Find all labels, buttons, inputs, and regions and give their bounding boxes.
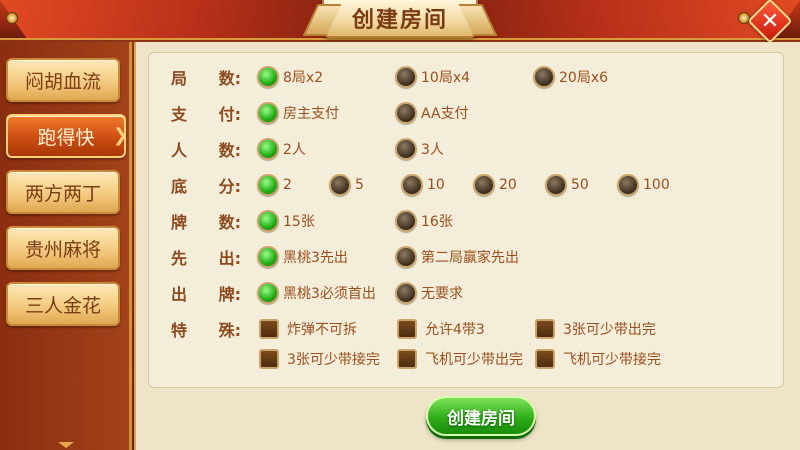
- game-type-sidebar: 闷胡血流 跑得快 两方两丁 贵州麻将 三人金花: [0, 42, 132, 450]
- ribbon-left: [0, 0, 330, 38]
- card-count-row: 牌数: 15张 16张: [149, 209, 783, 233]
- play-option-spade3-first[interactable]: 黑桃3必须首出: [257, 281, 376, 305]
- payment-option-owner[interactable]: 房主支付: [257, 101, 339, 125]
- base-option-5[interactable]: 5: [329, 173, 364, 197]
- cards-option-15[interactable]: 15张: [257, 209, 315, 233]
- rounds-option-10[interactable]: 10局x4: [395, 65, 470, 89]
- corner-ornament-left: [6, 12, 18, 24]
- radio-icon: [395, 102, 417, 124]
- players-option-3[interactable]: 3人: [395, 137, 444, 161]
- players-row: 人数: 2人 3人: [149, 137, 783, 161]
- radio-icon: [533, 66, 555, 88]
- payment-label: 支付:: [171, 105, 241, 124]
- radio-selected-icon: [257, 174, 279, 196]
- radio-selected-icon: [257, 102, 279, 124]
- checkbox-icon: [397, 319, 417, 339]
- checkbox-icon: [259, 349, 279, 369]
- page-title: 创建房间: [351, 8, 448, 33]
- checkbox-icon: [397, 349, 417, 369]
- radio-icon: [395, 246, 417, 268]
- radio-selected-icon: [257, 66, 279, 88]
- radio-icon: [473, 174, 495, 196]
- radio-icon: [395, 282, 417, 304]
- create-room-button[interactable]: 创建房间: [426, 396, 536, 436]
- radio-icon: [395, 66, 417, 88]
- first-option-winner[interactable]: 第二局赢家先出: [395, 245, 519, 269]
- sidebar-item-paodekuai[interactable]: 跑得快: [6, 114, 128, 158]
- players-label: 人数:: [171, 141, 241, 160]
- radio-icon: [329, 174, 351, 196]
- sidebar-item-liangfang-liangding[interactable]: 两方两丁: [6, 170, 120, 214]
- base-option-10[interactable]: 10: [401, 173, 445, 197]
- sidebar-item-label: 三人金花: [24, 294, 101, 317]
- base-score-label: 底分:: [171, 177, 241, 196]
- base-score-row: 底分: 2 5 10 20 50 100: [149, 173, 783, 197]
- radio-selected-icon: [257, 282, 279, 304]
- create-room-label: 创建房间: [447, 408, 515, 429]
- sidebar-item-label: 两方两丁: [24, 182, 101, 205]
- first-play-label: 先出:: [171, 249, 241, 268]
- radio-icon: [395, 210, 417, 232]
- radio-selected-icon: [257, 210, 279, 232]
- special-option-plane-out[interactable]: 飞机可少带出完: [397, 347, 523, 371]
- payment-option-aa[interactable]: AA支付: [395, 101, 469, 125]
- base-option-2[interactable]: 2: [257, 173, 292, 197]
- special-option-3-catch[interactable]: 3张可少带接完: [259, 347, 380, 371]
- radio-icon: [617, 174, 639, 196]
- sidebar-item-label: 闷胡血流: [24, 70, 101, 93]
- rounds-row: 局数: 8局x2 10局x4 20局x6: [149, 65, 783, 89]
- card-count-label: 牌数:: [171, 213, 241, 232]
- sidebar-item-sanren-jinhua[interactable]: 三人金花: [6, 282, 120, 326]
- scroll-down-icon[interactable]: [58, 442, 74, 448]
- rounds-option-8[interactable]: 8局x2: [257, 65, 323, 89]
- special-option-3-out[interactable]: 3张可少带出完: [535, 317, 656, 341]
- rounds-option-20[interactable]: 20局x6: [533, 65, 608, 89]
- room-settings-panel: 局数: 8局x2 10局x4 20局x6 支付: 房主支付 AA支付 人数: 2…: [134, 42, 800, 450]
- sidebar-item-menhu-xueliu[interactable]: 闷胡血流: [6, 58, 120, 102]
- rounds-label: 局数:: [171, 69, 241, 88]
- play-option-none[interactable]: 无要求: [395, 281, 463, 305]
- base-option-50[interactable]: 50: [545, 173, 589, 197]
- title-plaque: 创建房间: [322, 0, 478, 38]
- first-option-spade3[interactable]: 黑桃3先出: [257, 245, 348, 269]
- cards-option-16[interactable]: 16张: [395, 209, 453, 233]
- title-bar: 创建房间: [0, 0, 800, 40]
- sidebar-item-guizhou-majiang[interactable]: 贵州麻将: [6, 226, 120, 270]
- checkbox-icon: [259, 319, 279, 339]
- radio-icon: [395, 138, 417, 160]
- sidebar-item-label: 跑得快: [37, 126, 95, 149]
- close-icon: ✕: [760, 8, 780, 34]
- play-rule-row: 出牌: 黑桃3必须首出 无要求: [149, 281, 783, 305]
- sidebar-item-label: 贵州麻将: [24, 238, 101, 261]
- base-option-100[interactable]: 100: [617, 173, 670, 197]
- special-option-4with3[interactable]: 允许4带3: [397, 317, 485, 341]
- options-list: 局数: 8局x2 10局x4 20局x6 支付: 房主支付 AA支付 人数: 2…: [148, 52, 784, 388]
- radio-selected-icon: [257, 138, 279, 160]
- checkbox-icon: [535, 349, 555, 369]
- radio-icon: [545, 174, 567, 196]
- radio-icon: [401, 174, 423, 196]
- first-play-row: 先出: 黑桃3先出 第二局赢家先出: [149, 245, 783, 269]
- special-option-plane-catch[interactable]: 飞机可少带接完: [535, 347, 661, 371]
- special-label: 特殊:: [171, 321, 241, 340]
- checkbox-icon: [535, 319, 555, 339]
- special-option-bomb[interactable]: 炸弹不可拆: [259, 317, 357, 341]
- base-option-20[interactable]: 20: [473, 173, 517, 197]
- special-row: 特殊: 炸弹不可拆 允许4带3 3张可少带出完: [149, 317, 783, 341]
- play-rule-label: 出牌:: [171, 285, 241, 304]
- payment-row: 支付: 房主支付 AA支付: [149, 101, 783, 125]
- radio-selected-icon: [257, 246, 279, 268]
- special-row-2: 3张可少带接完 飞机可少带出完 飞机可少带接完: [149, 347, 783, 371]
- players-option-2[interactable]: 2人: [257, 137, 306, 161]
